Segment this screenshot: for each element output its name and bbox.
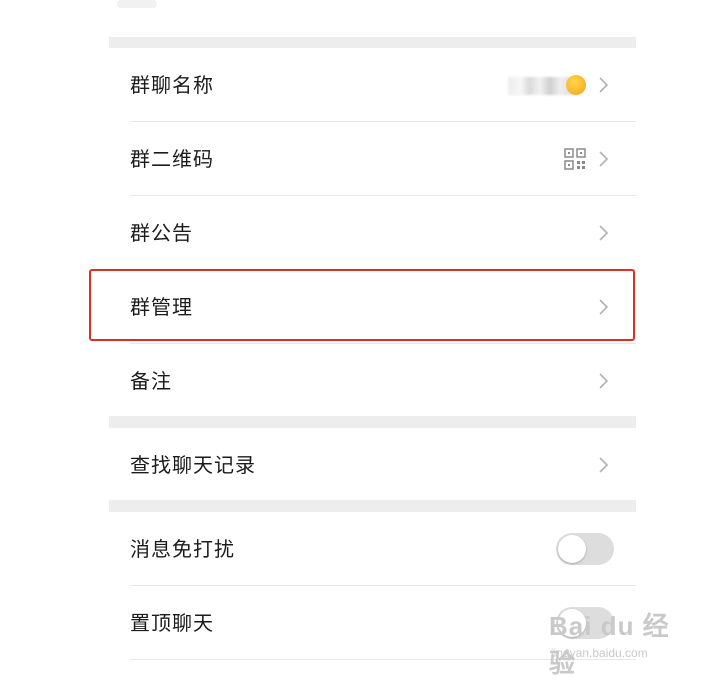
row-search-chat-history[interactable]: 查找聊天记录 (109, 428, 636, 502)
row-label: 消息免打扰 (130, 537, 235, 561)
chevron-right-icon (594, 224, 612, 242)
row-remark[interactable]: 备注 (109, 344, 636, 418)
row-label: 查找聊天记录 (130, 453, 256, 477)
row-label: 群二维码 (130, 147, 214, 171)
qr-code-icon (564, 148, 586, 170)
section-gap (109, 37, 636, 48)
row-label: 备注 (130, 369, 172, 393)
row-group-announcement[interactable]: 群公告 (109, 196, 636, 270)
section-gap (109, 416, 636, 428)
scroll-edge-remnant (117, 0, 157, 8)
row-label: 群公告 (130, 221, 193, 245)
chevron-right-icon (594, 150, 612, 168)
mute-notifications-toggle[interactable] (556, 533, 614, 565)
highlight-box (89, 269, 635, 341)
row-label: 置顶聊天 (130, 611, 214, 635)
toggle-knob (558, 535, 586, 563)
baidu-jingyan-watermark: Bai du 经验 jingyan.baidu.com (549, 600, 689, 678)
section-gap (109, 500, 636, 512)
row-label: 群聊名称 (130, 73, 214, 97)
row-mute-notifications: 消息免打扰 (109, 512, 636, 586)
watermark-brand: Bai du 经验 (549, 611, 670, 678)
chevron-right-icon (594, 456, 612, 474)
row-group-name[interactable]: 群聊名称 (109, 48, 636, 122)
chevron-right-icon (594, 372, 612, 390)
chevron-right-icon (594, 76, 612, 94)
emoji-icon (566, 75, 586, 95)
row-group-qr-code[interactable]: 群二维码 (109, 122, 636, 196)
watermark-site: jingyan.baidu.com (551, 646, 648, 660)
